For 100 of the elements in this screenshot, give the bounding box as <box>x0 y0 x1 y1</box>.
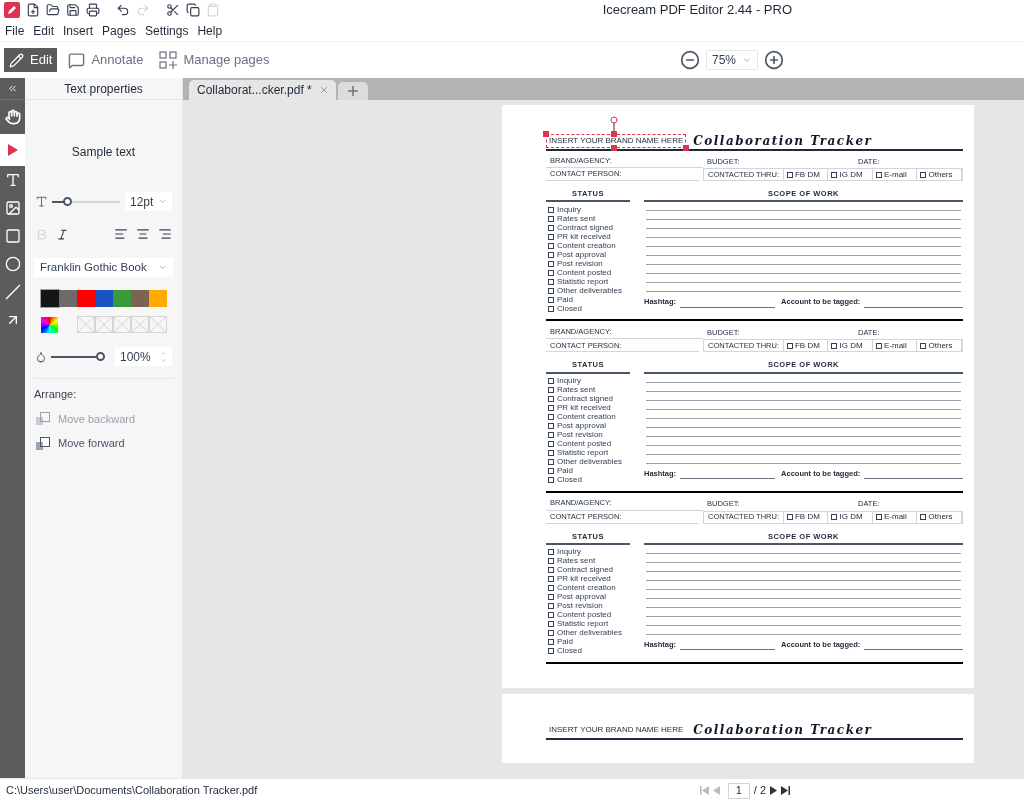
checkbox[interactable] <box>548 305 554 312</box>
empty-color-slot[interactable] <box>95 316 113 333</box>
checkbox[interactable] <box>548 441 554 447</box>
checkbox[interactable] <box>548 242 554 249</box>
checkbox[interactable] <box>548 630 554 637</box>
checkbox[interactable] <box>876 342 882 349</box>
checkbox[interactable] <box>548 396 554 402</box>
align-left-icon[interactable] <box>114 227 128 241</box>
checkbox[interactable] <box>548 215 554 222</box>
checkbox[interactable] <box>548 603 554 610</box>
color-swatch[interactable] <box>41 290 59 307</box>
checkbox[interactable] <box>548 405 554 411</box>
checkbox[interactable] <box>787 342 793 349</box>
opacity-slider[interactable] <box>51 351 105 362</box>
font-select[interactable]: Franklin Gothic Book <box>34 258 173 277</box>
zoom-select[interactable]: 75% <box>706 50 758 70</box>
checkbox[interactable] <box>920 514 927 520</box>
italic-button[interactable] <box>56 227 69 241</box>
checkbox[interactable] <box>548 594 554 601</box>
checkbox[interactable] <box>548 558 554 565</box>
checkbox[interactable] <box>548 576 554 583</box>
empty-color-slot[interactable] <box>77 316 95 333</box>
resize-handle[interactable] <box>611 131 617 137</box>
menu-item[interactable]: Insert <box>63 21 94 40</box>
brand-text[interactable]: INSERT YOUR BRAND NAME HERE <box>547 135 686 147</box>
copy-icon[interactable] <box>186 3 200 17</box>
align-center-icon[interactable] <box>136 227 150 241</box>
checkbox[interactable] <box>548 459 554 465</box>
page-number-field[interactable]: 1 <box>727 782 750 799</box>
printer-icon[interactable] <box>86 3 100 17</box>
mode-tab[interactable]: Manage pages <box>154 48 275 72</box>
open-folder-icon[interactable] <box>46 3 60 17</box>
color-swatch[interactable] <box>131 290 149 307</box>
menu-item[interactable]: File <box>5 21 25 40</box>
checkbox[interactable] <box>548 206 554 213</box>
resize-handle[interactable] <box>611 145 617 151</box>
checkbox[interactable] <box>548 269 554 276</box>
checkbox[interactable] <box>548 287 554 294</box>
font-size-slider[interactable] <box>52 196 120 207</box>
checkbox[interactable] <box>548 621 554 628</box>
menu-item[interactable]: Help <box>197 21 223 40</box>
checkbox[interactable] <box>548 423 554 429</box>
checkbox[interactable] <box>548 260 554 267</box>
color-picker-icon[interactable] <box>41 316 58 333</box>
checkbox[interactable] <box>920 171 927 178</box>
checkbox[interactable] <box>787 514 793 520</box>
empty-color-slot[interactable] <box>149 316 167 333</box>
checkbox[interactable] <box>548 639 554 646</box>
scissors-icon[interactable] <box>166 3 180 17</box>
zoom-in-icon[interactable] <box>764 50 784 70</box>
checkbox[interactable] <box>548 251 554 258</box>
checkbox[interactable] <box>548 278 554 285</box>
resize-handle[interactable] <box>683 145 690 151</box>
checkbox[interactable] <box>548 387 554 393</box>
empty-color-slot[interactable] <box>131 316 149 333</box>
empty-color-slot[interactable] <box>113 316 131 333</box>
align-right-icon[interactable] <box>158 227 172 241</box>
checkbox[interactable] <box>548 432 554 438</box>
font-size-select[interactable]: 12pt <box>125 192 172 211</box>
checkbox[interactable] <box>548 468 554 474</box>
menu-item[interactable]: Settings <box>145 21 189 40</box>
document-tab[interactable]: Collaborat...cker.pdf * <box>189 80 336 100</box>
save-icon[interactable] <box>66 3 80 17</box>
checkbox[interactable] <box>548 296 554 303</box>
checkbox[interactable] <box>787 171 793 178</box>
checkbox[interactable] <box>920 342 927 349</box>
checkbox[interactable] <box>548 477 554 483</box>
zoom-out-icon[interactable] <box>680 50 700 70</box>
color-swatch[interactable] <box>77 290 95 307</box>
color-swatch[interactable] <box>95 290 113 307</box>
mode-tab[interactable]: Edit <box>4 48 58 72</box>
arrange-button[interactable]: Move forward <box>36 435 182 452</box>
checkbox[interactable] <box>831 171 838 178</box>
color-swatch[interactable] <box>113 290 131 307</box>
checkbox[interactable] <box>831 514 838 520</box>
checkbox[interactable] <box>831 342 838 349</box>
checkbox[interactable] <box>548 549 554 556</box>
checkbox[interactable] <box>548 648 554 655</box>
opacity-spinner[interactable]: 100% <box>115 347 172 366</box>
checkbox[interactable] <box>548 378 554 384</box>
tool-button[interactable] <box>0 134 25 166</box>
menu-item[interactable]: Pages <box>102 21 137 40</box>
last-page-icon[interactable] <box>781 786 790 795</box>
checkbox[interactable] <box>876 171 882 178</box>
color-swatch[interactable] <box>149 290 167 307</box>
checkbox[interactable] <box>548 450 554 456</box>
undo-icon[interactable] <box>116 3 130 17</box>
mode-tab[interactable]: Annotate <box>63 48 149 72</box>
color-swatch[interactable] <box>59 290 77 307</box>
new-file-icon[interactable] <box>26 3 40 17</box>
checkbox[interactable] <box>548 585 554 592</box>
menu-item[interactable]: Edit <box>33 21 55 40</box>
checkbox[interactable] <box>548 567 554 574</box>
checkbox[interactable] <box>876 514 882 520</box>
next-page-icon[interactable] <box>770 786 777 795</box>
resize-handle[interactable] <box>543 131 549 137</box>
checkbox[interactable] <box>548 612 554 619</box>
brand-text[interactable]: INSERT YOUR BRAND NAME HERE <box>547 723 686 736</box>
checkbox[interactable] <box>548 233 554 240</box>
checkbox[interactable] <box>548 414 554 420</box>
